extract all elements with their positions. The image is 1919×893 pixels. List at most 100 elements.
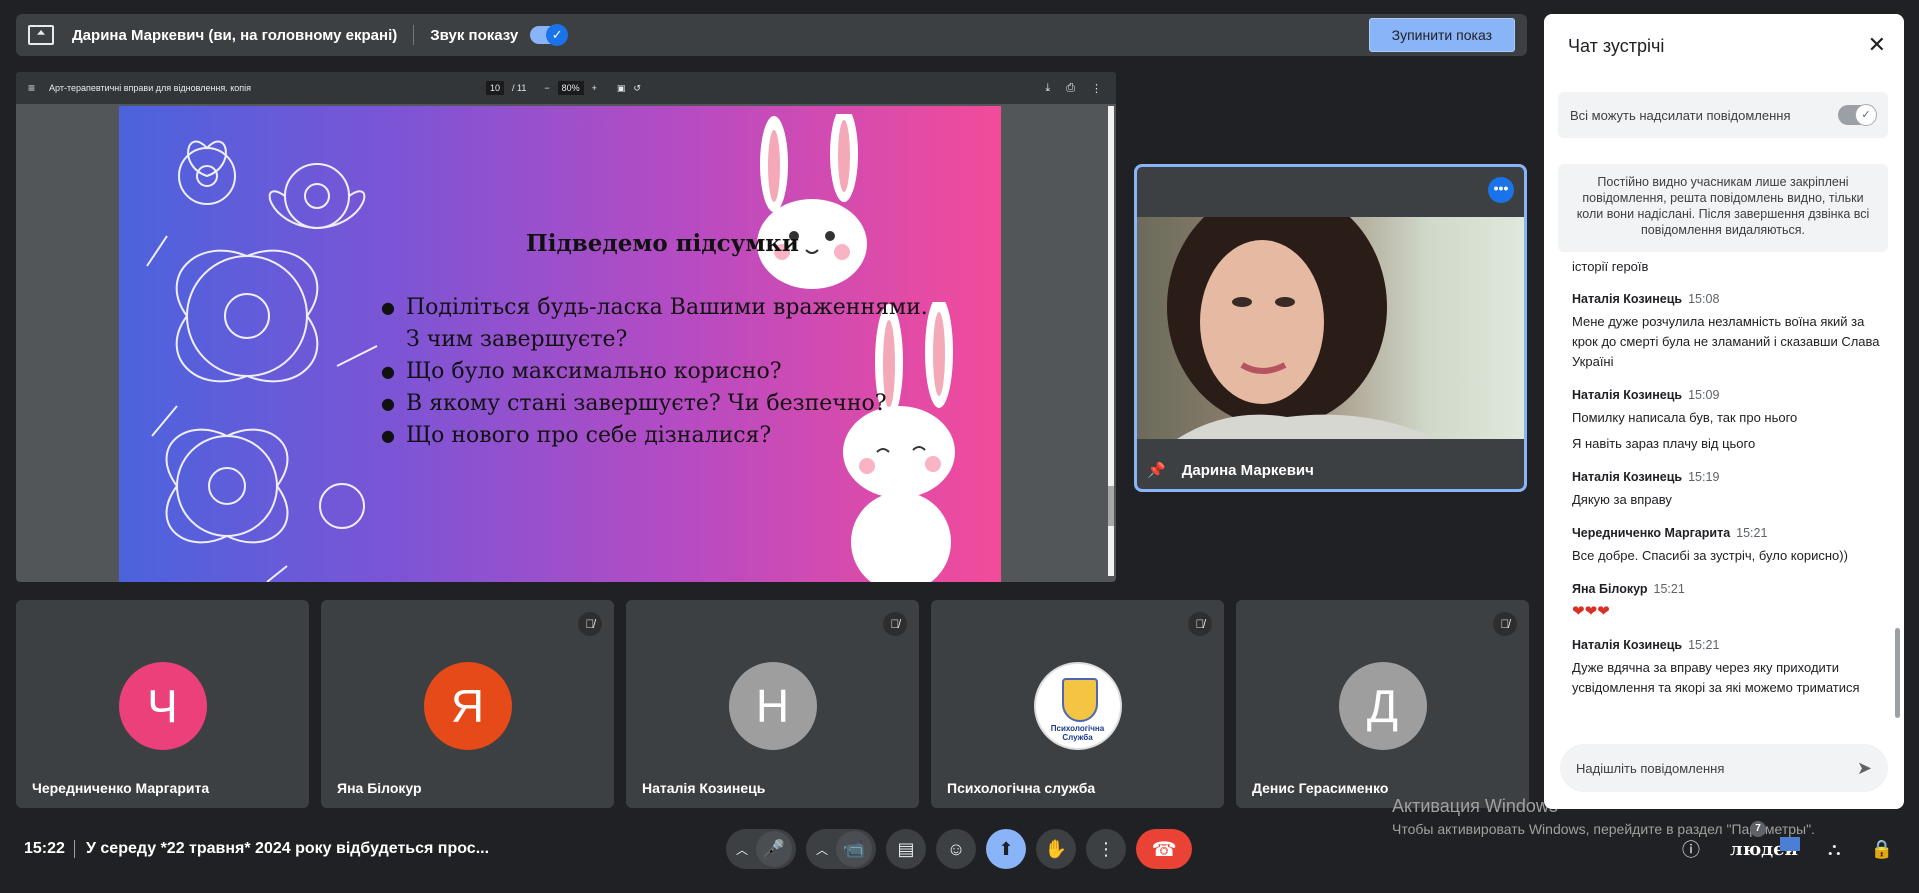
message-input[interactable]: [1576, 760, 1857, 776]
self-video-feed: [1137, 187, 1524, 439]
pdf-actions: ⤓ ⎙ ⋮: [1045, 82, 1102, 95]
message-time: 15:09: [1688, 388, 1720, 402]
activities-icon[interactable]: ⛬: [1828, 839, 1841, 860]
participant-tile[interactable]: Ч Чередниченко Маргарита: [16, 600, 309, 808]
zoom-input[interactable]: 80%: [557, 81, 584, 95]
people-count-badge: 7: [1750, 820, 1767, 837]
raise-hand-icon[interactable]: ✋: [1036, 829, 1077, 869]
download-icon[interactable]: ⤓: [1045, 82, 1050, 95]
self-video-tile[interactable]: ••• 📌 Дарина Маркевич: [1134, 164, 1527, 492]
message-text: Я навіть зараз плачу від цього: [1572, 436, 1756, 451]
slide-page: Підведемо підсумки Поділіться будь-ласка…: [119, 106, 1001, 582]
camera-icon[interactable]: 📹: [836, 831, 873, 867]
mic-off-icon: 🎙̸: [1493, 612, 1517, 636]
chevron-up-icon[interactable]: ︿: [736, 841, 748, 858]
pdf-toolbar: ≡ Арт-терапевтичні вправи для відновленн…: [16, 72, 1116, 104]
message-text: Мене дуже розчулила незламність воїна як…: [1572, 314, 1880, 369]
chat-permission-row: Всі можуть надсилати повідомлення ✓: [1558, 92, 1888, 138]
participant-tile[interactable]: 🎙̸ Н Наталія Козинець: [626, 600, 919, 808]
sound-label: Звук показу: [430, 26, 519, 44]
menu-icon[interactable]: ≡: [28, 81, 35, 95]
participant-name: Наталія Козинець: [642, 780, 766, 796]
mic-off-icon: 🎙̸: [1188, 612, 1212, 636]
more-vert-icon[interactable]: ⋮: [1091, 82, 1102, 95]
slide-bullet: Що було максимально корисно?: [381, 356, 928, 388]
people-button[interactable]: 7 людей: [1730, 820, 1801, 860]
mic-off-icon: 🎙̸: [578, 612, 602, 636]
rotate-icon[interactable]: ↺: [633, 83, 641, 94]
self-name-label: 📌 Дарина Маркевич: [1147, 461, 1314, 480]
flowers-illustration: [146, 140, 378, 582]
emoji-icon[interactable]: ☺: [936, 829, 977, 869]
avatar: Я: [423, 662, 512, 750]
pdf-scroll-thumb[interactable]: [1108, 486, 1114, 526]
meeting-title[interactable]: У середу *22 травня* 2024 року відбудеть…: [86, 840, 489, 858]
zoom-in-icon[interactable]: +: [592, 83, 597, 93]
sound-toggle[interactable]: ✓: [530, 24, 569, 46]
chat-notice: Постійно видно учасникам лише закріплені…: [1558, 164, 1888, 252]
fit-page-icon[interactable]: ▣: [617, 83, 626, 94]
participant-tile[interactable]: 🎙̸ Д Денис Герасименко: [1236, 600, 1529, 808]
message-sender: Яна Білокур: [1572, 582, 1648, 596]
chat-message: Яна Білокур 15:21 ❤❤❤: [1572, 582, 1888, 622]
message-sender: Наталія Козинець: [1572, 388, 1683, 402]
check-icon: ✓: [1855, 104, 1877, 126]
more-options-icon[interactable]: •••: [1488, 177, 1514, 203]
participant-tile[interactable]: 🎙̸ Я Яна Білокур: [321, 600, 614, 808]
send-icon[interactable]: ➤: [1857, 758, 1872, 779]
message-text: Дуже вдячна за вправу через яку приходит…: [1572, 660, 1860, 695]
page-controls: 10 / 11 − 80% + ▣ ↺: [486, 81, 641, 95]
zoom-out-icon[interactable]: −: [544, 83, 549, 93]
clock: 15:22: [24, 840, 65, 857]
logo-text: Психологічна Служба: [1050, 724, 1105, 742]
more-vert-icon[interactable]: ⋮: [1086, 829, 1127, 869]
captions-icon[interactable]: ▤: [886, 829, 927, 869]
self-name: Дарина Маркевич: [1181, 461, 1314, 479]
message-text: Все добре. Спасибі за зустріч, було кори…: [1572, 548, 1848, 563]
page-input[interactable]: 10: [486, 81, 505, 95]
mic-icon[interactable]: 🎤: [756, 831, 793, 867]
chat-panel: Чат зустрічі ✕ Всі можуть надсилати пові…: [1544, 14, 1904, 809]
stop-presenting-button[interactable]: Зупинити показ: [1368, 18, 1515, 52]
slide-title: Підведемо підсумки: [526, 230, 799, 257]
participant-name: Чередниченко Маргарита: [32, 780, 210, 796]
divider: [413, 25, 415, 45]
chat-scrollbar[interactable]: [1895, 628, 1900, 718]
end-call-icon[interactable]: ☎: [1136, 829, 1193, 869]
message-time: 15:21: [1736, 526, 1768, 540]
message-text: Дякую за вправу: [1572, 492, 1672, 507]
service-logo-avatar: Психологічна Служба: [1033, 662, 1122, 750]
chat-compose: ➤: [1560, 744, 1888, 792]
message-sender: Наталія Козинець: [1572, 470, 1683, 484]
avatar: Д: [1338, 662, 1427, 750]
chat-message: Наталія Козинець 15:21 Дуже вдячна за впр…: [1572, 638, 1888, 698]
pdf-doc-title: Арт-терапевтичні вправи для відновлення.…: [49, 83, 252, 93]
pin-icon[interactable]: 📌: [1147, 461, 1166, 479]
chevron-up-icon[interactable]: ︿: [816, 841, 828, 858]
info-icon[interactable]: ⓘ: [1682, 836, 1700, 862]
host-controls-icon[interactable]: 🔒: [1871, 839, 1893, 860]
side-controls: ⓘ 7 людей ⛬ 🔒: [1682, 820, 1893, 862]
present-screen-icon[interactable]: ⬆: [986, 829, 1027, 869]
shield-logo-icon: [1061, 678, 1098, 722]
pdf-viewer: ≡ Арт-терапевтичні вправи для відновленн…: [16, 72, 1116, 582]
message-time: 15:19: [1688, 470, 1720, 484]
page-total: / 11: [512, 83, 527, 93]
message-time: 15:08: [1688, 292, 1720, 306]
slide-bullet: В якому стані завершуєте? Чи безпечно?: [381, 388, 928, 420]
chat-message: Наталія Козинець 15:09 Помилку написала б…: [1572, 388, 1888, 454]
message-sender: Наталія Козинець: [1572, 292, 1683, 306]
message-text: ❤❤❤: [1572, 603, 1610, 620]
mic-control-group: ︿ 🎤: [726, 829, 797, 869]
slide-bullet: З чим завершуєте?: [406, 327, 628, 352]
slide-bullet: Поділіться будь-ласка Вашими враженнями.: [381, 292, 928, 324]
print-icon[interactable]: ⎙: [1066, 82, 1075, 95]
permission-label: Всі можуть надсилати повідомлення: [1570, 107, 1791, 123]
pdf-scrollbar[interactable]: [1108, 106, 1114, 576]
message-sender: Наталія Козинець: [1572, 638, 1683, 652]
presenting-bar: Дарина Маркевич (ви, на головному екрані…: [16, 14, 1527, 56]
close-icon[interactable]: ✕: [1868, 32, 1886, 58]
chat-messages: історії героїв Наталія Козинець 15:08 Мен…: [1572, 258, 1888, 746]
participant-tile[interactable]: 🎙̸ Психологічна Служба Психологічна служ…: [931, 600, 1224, 808]
permission-toggle[interactable]: ✓: [1838, 104, 1877, 126]
